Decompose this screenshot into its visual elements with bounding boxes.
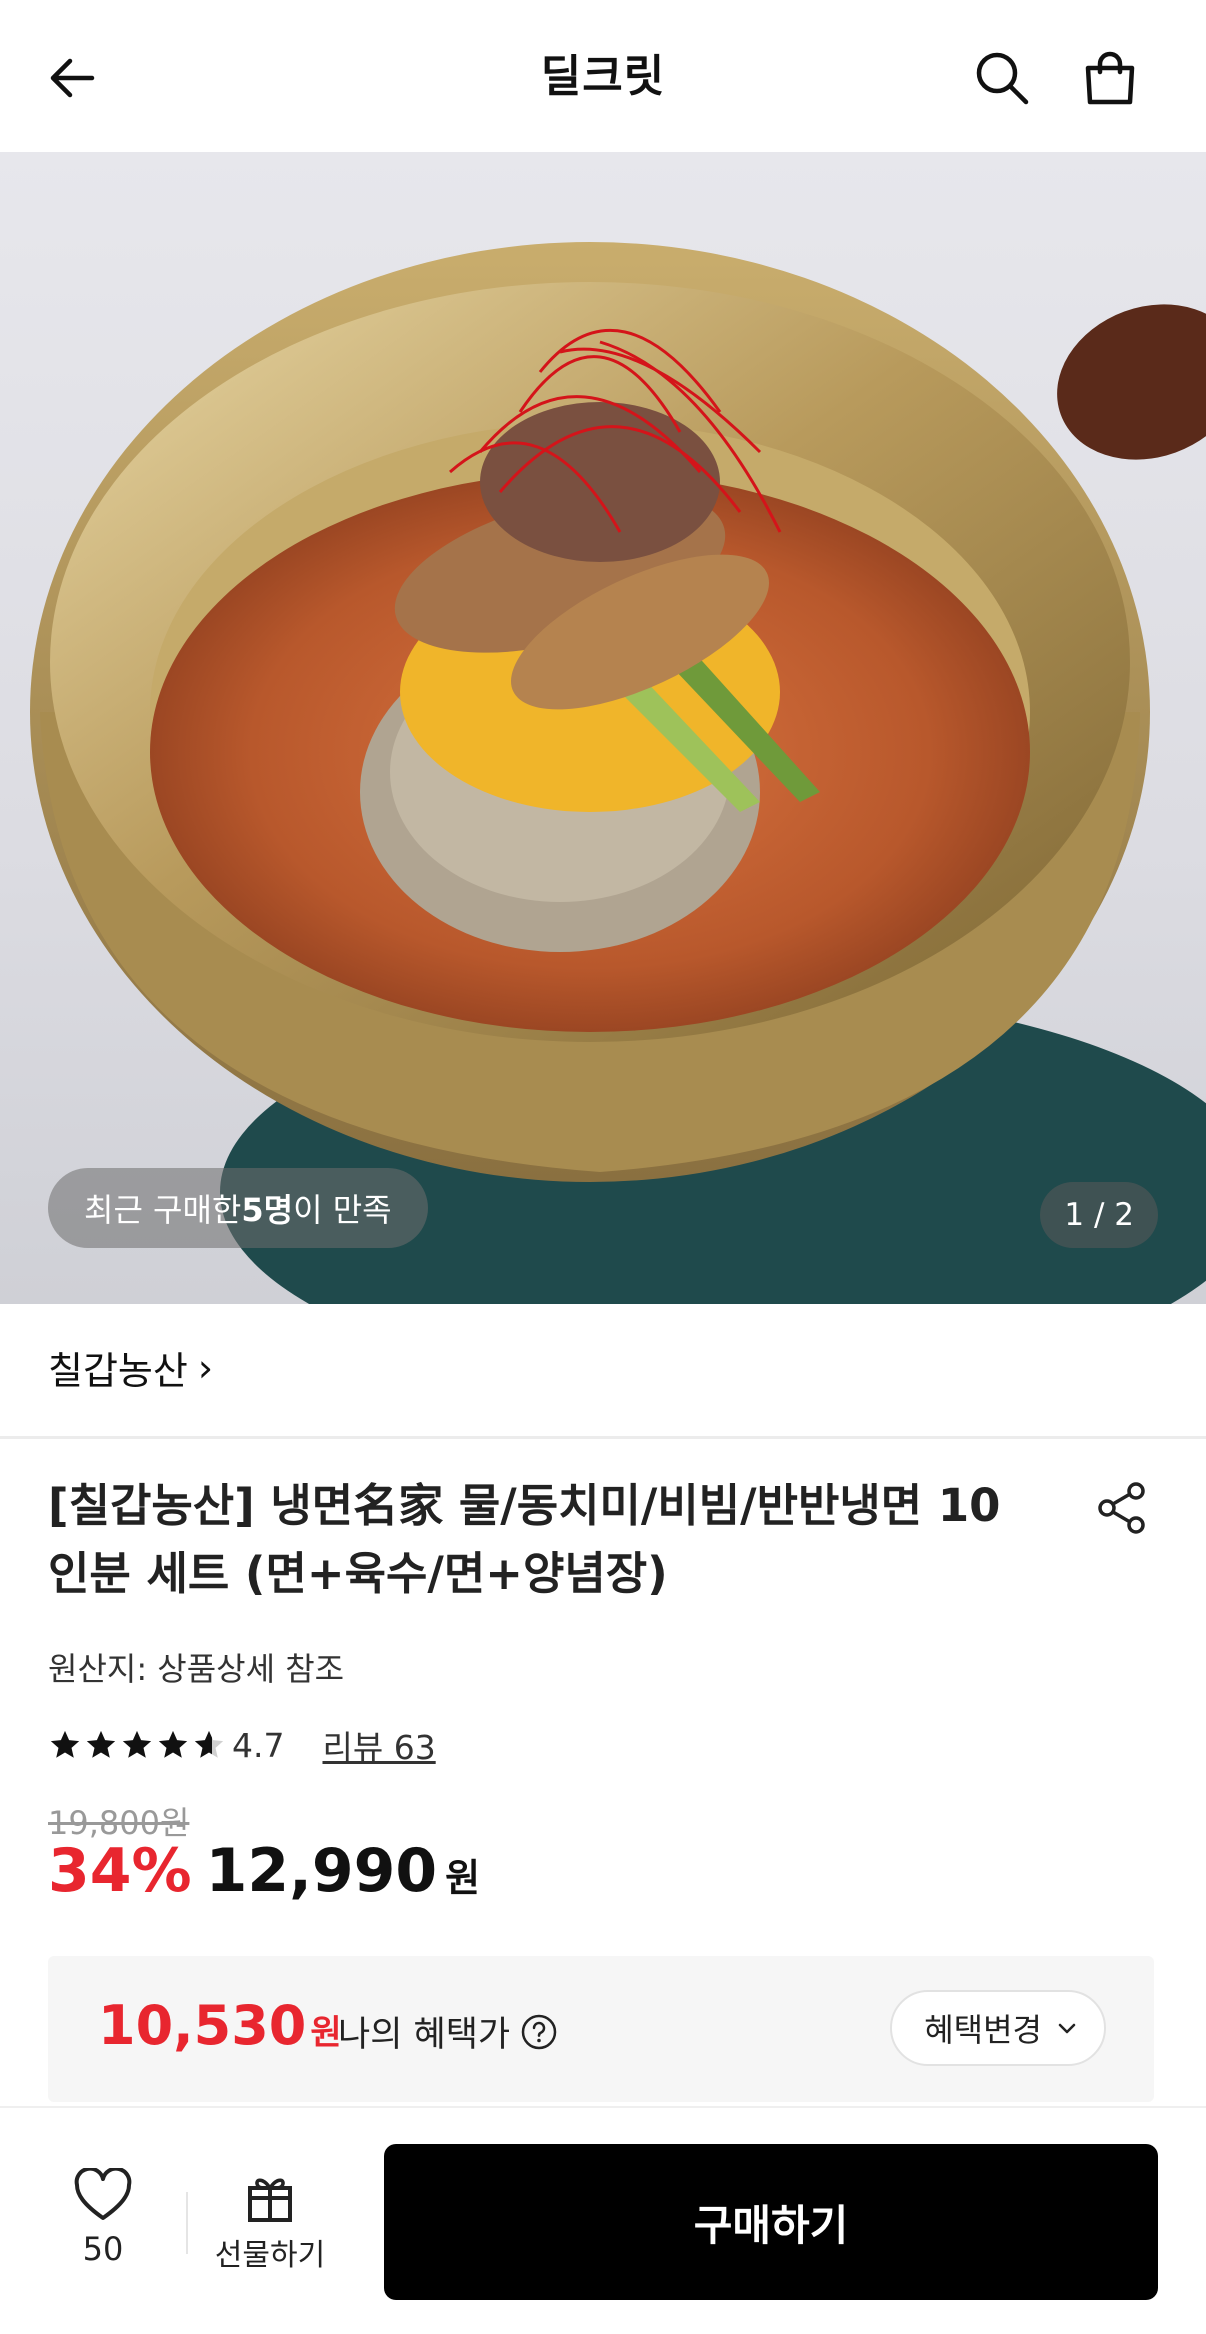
gift-label: 선물하기 bbox=[214, 2238, 326, 2273]
section-divider bbox=[0, 1436, 1206, 1439]
rating-value: 4.7 bbox=[232, 1725, 285, 1765]
review-link[interactable]: 리뷰 63 bbox=[322, 1721, 435, 1769]
wishlist-button[interactable]: 50 bbox=[58, 2166, 148, 2268]
shopping-bag-icon bbox=[1085, 51, 1135, 105]
star-icon bbox=[122, 1730, 152, 1758]
question-circle-icon[interactable] bbox=[520, 2013, 558, 2051]
app-header: 딜크릿 bbox=[0, 0, 1206, 152]
rating-row: 4.7 리뷰 63 bbox=[48, 1720, 436, 1770]
product-title: [칠갑농산] 냉면名家 물/동치미/비빔/반반냉면 10인분 세트 (면+육수/… bbox=[48, 1479, 1001, 1600]
benefit-change-button[interactable]: 혜택변경 bbox=[890, 1990, 1106, 2066]
share-button[interactable] bbox=[1090, 1476, 1154, 1540]
star-icon bbox=[50, 1730, 80, 1758]
benefit-label-text: 나의 혜택가 bbox=[338, 2015, 511, 2055]
star-icon bbox=[86, 1730, 116, 1758]
price-row: 34% 12,990 원 bbox=[48, 1836, 480, 1906]
gift-button[interactable]: 선물하기 bbox=[206, 2168, 334, 2274]
star-rating bbox=[48, 1728, 226, 1762]
benefit-label: 나의 혜택가 bbox=[338, 2006, 558, 2057]
satisfy-suffix: 이 만족 bbox=[293, 1191, 392, 1229]
bottom-action-bar: 50 선물하기 구매하기 bbox=[0, 2106, 1206, 2334]
half-star-icon bbox=[194, 1730, 224, 1758]
gift-icon bbox=[248, 2178, 292, 2222]
heart-icon bbox=[74, 2166, 132, 2220]
chevron-right-icon: › bbox=[197, 1345, 214, 1390]
chevron-down-icon bbox=[1058, 2023, 1076, 2034]
seller-link[interactable]: 칠갑농산 › bbox=[48, 1340, 213, 1395]
benefit-change-label: 혜택변경 bbox=[924, 2011, 1042, 2049]
buy-button[interactable]: 구매하기 bbox=[384, 2144, 1158, 2300]
vertical-divider bbox=[186, 2192, 188, 2254]
benefit-price-value: 10,530 bbox=[98, 1994, 307, 2057]
product-photo bbox=[30, 242, 1206, 1304]
star-icon bbox=[158, 1730, 188, 1758]
satisfy-count: 5명 bbox=[241, 1191, 294, 1229]
benefit-price: 10,530 원 bbox=[98, 1994, 342, 2057]
sale-price: 12,990 bbox=[205, 1836, 438, 1906]
wishlist-count: 50 bbox=[82, 2230, 124, 2268]
satisfy-prefix: 최근 구매한 bbox=[84, 1191, 242, 1229]
search-icon bbox=[976, 52, 1029, 105]
search-button[interactable] bbox=[962, 38, 1042, 118]
seller-name: 칠갑농산 bbox=[48, 1349, 188, 1393]
satisfaction-badge: 최근 구매한 5명 이 만족 bbox=[48, 1168, 428, 1248]
price-unit: 원 bbox=[445, 1856, 481, 1900]
discount-rate: 34% bbox=[48, 1836, 192, 1906]
benefit-price-box: 10,530 원 나의 혜택가 혜택변경 bbox=[48, 1956, 1154, 2102]
origin-info: 원산지: 상품상세 참조 bbox=[48, 1650, 345, 1688]
benefit-price-unit: 원 bbox=[310, 2013, 342, 2053]
image-counter: 1 / 2 bbox=[1040, 1182, 1158, 1248]
cart-button[interactable] bbox=[1070, 38, 1150, 118]
product-image-carousel[interactable]: 최근 구매한 5명 이 만족 1 / 2 bbox=[0, 152, 1206, 1304]
share-icon bbox=[1098, 1482, 1145, 1534]
